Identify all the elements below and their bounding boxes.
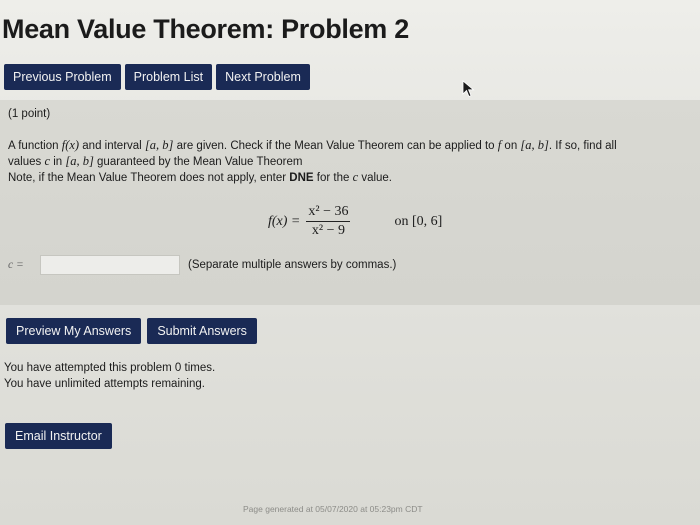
statement-text: and interval xyxy=(79,140,145,152)
email-section: Email Instructor xyxy=(5,423,112,449)
formula-numerator: x² − 36 xyxy=(306,204,351,222)
function-formula: f(x) = x² − 36 x² − 9 on [0, 6] xyxy=(268,204,442,239)
previous-problem-button[interactable]: Previous Problem xyxy=(4,64,121,90)
math-fx: f(x) xyxy=(61,138,80,152)
problem-statement: A function f(x) and interval [a, b] are … xyxy=(8,138,694,186)
math-interval: [a, b] xyxy=(520,138,549,152)
statement-text: A function xyxy=(8,140,62,152)
page-title: Mean Value Theorem: Problem 2 xyxy=(2,14,409,44)
formula-interval: on [0, 6] xyxy=(394,213,443,229)
statement-text: guaranteed by the Mean Value Theorem xyxy=(93,156,303,168)
statement-text: values xyxy=(8,156,45,168)
answer-input[interactable] xyxy=(40,255,180,275)
answer-row: c = (Separate multiple answers by commas… xyxy=(8,255,396,275)
answer-hint: (Separate multiple answers by commas.) xyxy=(188,259,397,271)
formula-lhs: f(x) = xyxy=(268,213,301,229)
formula-fraction: x² − 36 x² − 9 xyxy=(306,204,351,239)
answer-label: c = xyxy=(8,259,24,271)
statement-text: in xyxy=(50,156,66,168)
answer-actions: Preview My Answers Submit Answers xyxy=(6,318,257,344)
problem-list-button[interactable]: Problem List xyxy=(124,64,213,90)
next-problem-button[interactable]: Next Problem xyxy=(216,64,310,90)
statement-text: are given. Check if the Mean Value Theor… xyxy=(173,140,498,152)
statement-line-1: A function f(x) and interval [a, b] are … xyxy=(8,138,694,154)
math-interval: [a, b] xyxy=(144,138,174,152)
statement-text: Note, if the Mean Value Theorem does not… xyxy=(8,172,290,184)
formula-denominator: x² − 9 xyxy=(311,223,345,238)
page: Mean Value Theorem: Problem 2 Previous P… xyxy=(0,0,700,525)
problem-points: (1 point) xyxy=(8,108,51,120)
attempts-info: You have attempted this problem 0 times.… xyxy=(4,360,215,392)
dne-keyword: DNE xyxy=(289,172,314,184)
statement-line-3: Note, if the Mean Value Theorem does not… xyxy=(8,170,694,186)
problem-body: (1 point) A function f(x) and interval [… xyxy=(0,100,700,305)
mouse-cursor-icon xyxy=(462,80,475,98)
statement-text: . If so, find all xyxy=(548,140,617,152)
page-footer: Page generated at 05/07/2020 at 05:23pm … xyxy=(243,504,423,514)
attempts-count: You have attempted this problem 0 times. xyxy=(4,362,216,374)
preview-answers-button[interactable]: Preview My Answers xyxy=(6,318,142,344)
email-instructor-button[interactable]: Email Instructor xyxy=(5,423,112,449)
statement-text: for the xyxy=(313,172,353,184)
statement-text: on xyxy=(501,140,521,152)
math-interval: [a, b] xyxy=(65,154,94,168)
attempts-remaining: You have unlimited attempts remaining. xyxy=(4,378,205,390)
statement-text: value. xyxy=(358,172,393,184)
submit-answers-button[interactable]: Submit Answers xyxy=(147,318,257,344)
statement-line-2: values c in [a, b] guaranteed by the Mea… xyxy=(8,154,694,170)
problem-nav: Previous Problem Problem List Next Probl… xyxy=(4,64,310,90)
